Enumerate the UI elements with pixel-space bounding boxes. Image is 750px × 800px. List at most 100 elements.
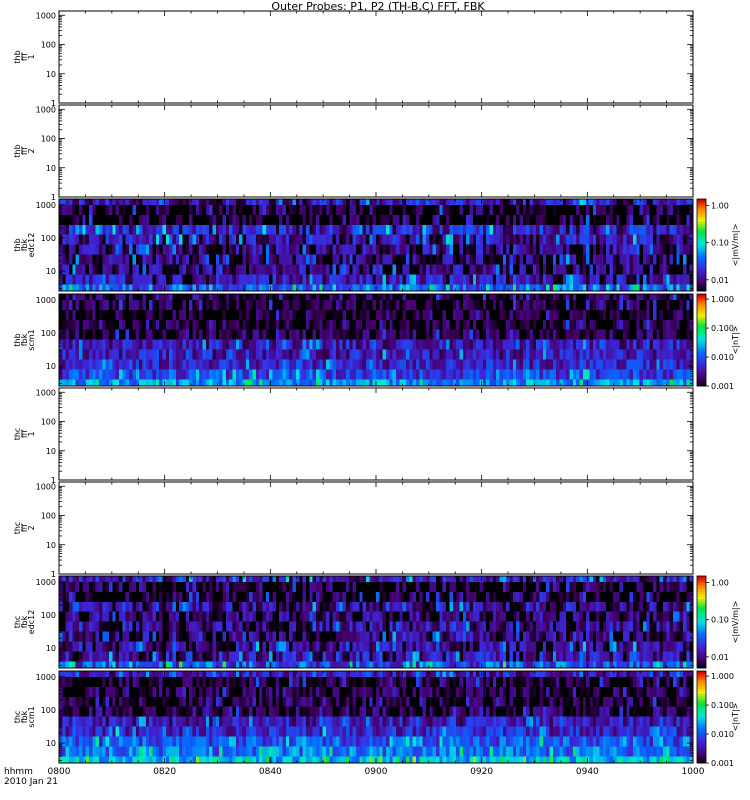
heatmap-cell bbox=[686, 309, 691, 320]
heatmap-cell bbox=[235, 378, 240, 386]
heatmap-cell bbox=[255, 224, 260, 235]
heatmap-cell bbox=[402, 359, 407, 370]
heatmap-cell bbox=[189, 359, 193, 370]
heatmap-cell bbox=[482, 378, 487, 386]
heatmap-cell bbox=[539, 254, 544, 265]
heatmap-cell bbox=[252, 299, 257, 310]
heatmap-cell bbox=[335, 199, 340, 205]
heatmap-cell bbox=[299, 309, 303, 320]
heatmap-cell bbox=[305, 244, 310, 255]
heatmap-cell bbox=[636, 234, 641, 245]
heatmap-cell bbox=[289, 651, 293, 662]
heatmap-cell bbox=[192, 283, 197, 291]
heatmap-cell bbox=[99, 299, 103, 310]
heatmap-cell bbox=[432, 244, 437, 255]
heatmap-cell bbox=[192, 244, 197, 255]
heatmap-cell bbox=[406, 378, 410, 386]
heatmap-cell bbox=[432, 378, 437, 386]
heatmap-cell bbox=[632, 369, 637, 380]
heatmap-cell bbox=[162, 319, 167, 330]
heatmap-cell bbox=[542, 214, 547, 225]
heatmap-cell bbox=[419, 651, 424, 662]
heatmap-cell bbox=[325, 274, 330, 285]
heatmap-cell bbox=[305, 329, 310, 340]
heatmap-cell bbox=[175, 319, 180, 330]
heatmap-cell bbox=[476, 309, 480, 320]
heatmap-cell bbox=[245, 214, 250, 225]
heatmap-cell bbox=[119, 651, 123, 662]
heatmap-cell bbox=[489, 660, 494, 668]
heatmap-cell bbox=[682, 224, 687, 235]
heatmap-cell bbox=[339, 339, 344, 350]
heatmap-cell bbox=[355, 254, 360, 265]
heatmap-cell bbox=[312, 339, 317, 350]
heatmap-cell bbox=[419, 369, 424, 380]
heatmap-cell bbox=[429, 339, 434, 350]
heatmap-cell bbox=[546, 264, 550, 275]
heatmap-cell bbox=[556, 309, 560, 320]
heatmap-cell bbox=[436, 369, 440, 380]
heatmap-cell bbox=[586, 369, 590, 380]
heatmap-cell bbox=[329, 274, 334, 285]
heatmap-cell bbox=[102, 224, 107, 235]
heatmap-cell bbox=[265, 214, 270, 225]
heatmap-cell bbox=[559, 319, 564, 330]
heatmap-cell bbox=[499, 199, 504, 205]
heatmap-cell bbox=[369, 660, 374, 668]
heatmap-cell bbox=[272, 214, 277, 225]
heatmap-cell bbox=[582, 339, 587, 350]
heatmap-cell bbox=[142, 199, 147, 205]
heatmap-cell bbox=[279, 204, 283, 215]
heatmap-cell bbox=[629, 234, 634, 245]
heatmap-cell bbox=[669, 214, 674, 225]
heatmap-cell bbox=[239, 244, 243, 255]
heatmap-cell bbox=[152, 234, 157, 245]
heatmap-cell bbox=[202, 204, 207, 215]
heatmap-cell bbox=[169, 349, 173, 360]
heatmap-cell bbox=[479, 319, 484, 330]
heatmap-cell bbox=[215, 299, 220, 310]
heatmap-cell bbox=[559, 349, 564, 360]
heatmap-cell bbox=[189, 319, 193, 330]
heatmap-cell bbox=[99, 234, 103, 245]
heatmap-cell bbox=[225, 660, 230, 668]
heatmap-cell bbox=[409, 274, 414, 285]
heatmap-cell bbox=[369, 299, 374, 310]
heatmap-cell bbox=[396, 264, 400, 275]
heatmap-cell bbox=[199, 204, 203, 215]
heatmap-cell bbox=[489, 294, 494, 300]
heatmap-cell bbox=[442, 234, 447, 245]
heatmap-cell bbox=[245, 309, 250, 320]
heatmap-cell bbox=[259, 378, 263, 386]
heatmap-cell bbox=[135, 329, 140, 340]
heatmap-cell bbox=[472, 254, 477, 265]
heatmap-cell bbox=[462, 359, 467, 370]
heatmap-cell bbox=[182, 319, 187, 330]
heatmap-cell bbox=[496, 660, 500, 668]
heatmap-cell bbox=[496, 294, 500, 300]
heatmap-cell bbox=[265, 283, 270, 291]
heatmap-cell bbox=[105, 299, 110, 310]
heatmap-cell bbox=[656, 299, 661, 310]
heatmap-cell bbox=[552, 199, 557, 205]
heatmap-cell bbox=[289, 369, 293, 380]
heatmap-cell bbox=[355, 309, 360, 320]
heatmap-cell bbox=[325, 244, 330, 255]
heatmap-cell bbox=[619, 660, 624, 668]
heatmap-cell bbox=[105, 369, 110, 380]
heatmap-cell bbox=[426, 349, 430, 360]
heatmap-cell bbox=[272, 651, 277, 662]
heatmap-cell bbox=[679, 264, 684, 275]
heatmap-cell bbox=[215, 651, 220, 662]
heatmap-cell bbox=[536, 329, 540, 340]
heatmap-cell bbox=[416, 309, 420, 320]
heatmap-cell bbox=[205, 214, 210, 225]
heatmap-cell bbox=[502, 309, 507, 320]
heatmap-cell bbox=[442, 254, 447, 265]
heatmap-cell bbox=[152, 349, 157, 360]
heatmap-cell bbox=[85, 641, 90, 652]
heatmap-cell bbox=[579, 234, 584, 245]
heatmap-cell bbox=[165, 224, 170, 235]
heatmap-cell bbox=[462, 214, 467, 225]
heatmap-cell bbox=[389, 274, 394, 285]
